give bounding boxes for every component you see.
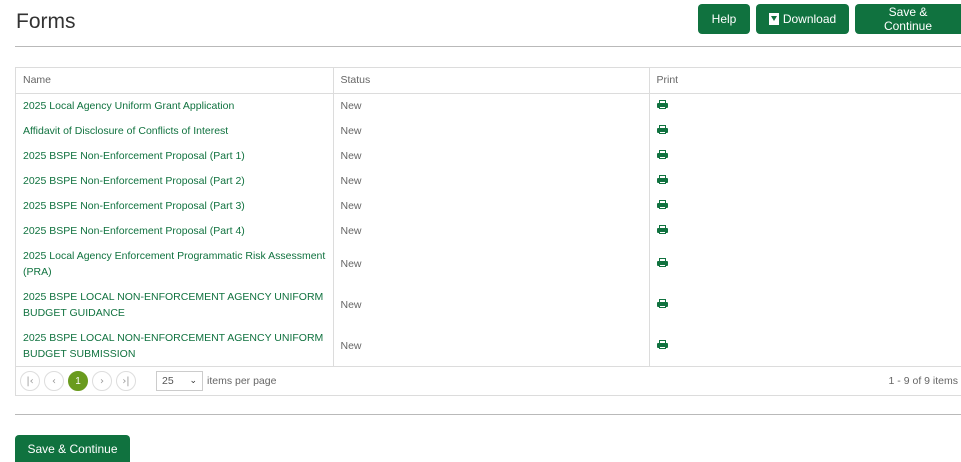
table-header-row: Name Status Print <box>16 68 961 94</box>
table-row: 2025 Local Agency Enforcement Programmat… <box>16 243 961 284</box>
table-row: 2025 BSPE Non-Enforcement Proposal (Part… <box>16 218 961 243</box>
form-link[interactable]: Affidavit of Disclosure of Conflicts of … <box>23 123 326 139</box>
status-cell: New <box>332 325 649 366</box>
print-cell <box>648 284 961 325</box>
page-size-select[interactable]: 25 ⌄ <box>156 371 203 391</box>
print-icon[interactable] <box>656 99 668 109</box>
column-header-status[interactable]: Status <box>332 68 649 94</box>
print-icon[interactable] <box>656 174 668 184</box>
form-name-cell: 2025 BSPE Non-Enforcement Proposal (Part… <box>16 143 333 168</box>
print-icon[interactable] <box>656 339 668 349</box>
print-icon[interactable] <box>656 257 668 267</box>
table-row: 2025 BSPE Non-Enforcement Proposal (Part… <box>16 193 961 218</box>
prev-page-icon[interactable]: ‹ <box>44 371 64 391</box>
print-cell <box>648 193 961 218</box>
per-page-label: items per page <box>207 375 277 387</box>
table-row: 2025 BSPE LOCAL NON-ENFORCEMENT AGENCY U… <box>16 284 961 325</box>
print-icon[interactable] <box>656 149 668 159</box>
print-cell <box>648 218 961 243</box>
form-link[interactable]: 2025 Local Agency Uniform Grant Applicat… <box>23 98 326 114</box>
print-icon[interactable] <box>656 199 668 209</box>
form-link[interactable]: 2025 BSPE Non-Enforcement Proposal (Part… <box>23 173 326 189</box>
form-link[interactable]: 2025 BSPE Non-Enforcement Proposal (Part… <box>23 198 326 214</box>
forms-table: Name Status Print 2025 Local Agency Unif… <box>16 68 961 366</box>
header-divider <box>15 46 961 47</box>
print-cell <box>648 243 961 284</box>
print-icon[interactable] <box>656 124 668 134</box>
page-number-button[interactable]: 1 <box>68 371 88 391</box>
page-size-value: 25 <box>162 375 174 387</box>
form-name-cell: 2025 BSPE LOCAL NON-ENFORCEMENT AGENCY U… <box>16 284 333 325</box>
status-cell: New <box>332 168 649 193</box>
form-link[interactable]: 2025 BSPE Non-Enforcement Proposal (Part… <box>23 223 326 239</box>
column-header-print[interactable]: Print <box>648 68 961 94</box>
last-page-icon[interactable]: ›| <box>116 371 136 391</box>
form-name-cell: 2025 BSPE Non-Enforcement Proposal (Part… <box>16 218 333 243</box>
next-page-icon[interactable]: › <box>92 371 112 391</box>
table-row: 2025 BSPE Non-Enforcement Proposal (Part… <box>16 168 961 193</box>
footer-divider <box>15 414 961 415</box>
save-continue-label: Save & Continue <box>27 442 118 456</box>
status-cell: New <box>332 118 649 143</box>
save-continue-button-top[interactable]: Save & Continue <box>855 4 961 34</box>
form-name-cell: Affidavit of Disclosure of Conflicts of … <box>16 118 333 143</box>
print-cell <box>648 168 961 193</box>
form-name-cell: 2025 Local Agency Uniform Grant Applicat… <box>16 93 333 118</box>
form-link[interactable]: 2025 Local Agency Enforcement Programmat… <box>23 248 326 280</box>
form-name-cell: 2025 BSPE LOCAL NON-ENFORCEMENT AGENCY U… <box>16 325 333 366</box>
print-cell <box>648 93 961 118</box>
status-cell: New <box>332 243 649 284</box>
pager: |‹ ‹ 1 › ›| 25 ⌄ items per page 1 - 9 of… <box>16 366 961 395</box>
help-button-label: Help <box>711 12 737 26</box>
table-row: 2025 BSPE LOCAL NON-ENFORCEMENT AGENCY U… <box>16 325 961 366</box>
first-page-icon[interactable]: |‹ <box>20 371 40 391</box>
print-icon[interactable] <box>656 224 668 234</box>
form-name-cell: 2025 BSPE Non-Enforcement Proposal (Part… <box>16 168 333 193</box>
table-row: Affidavit of Disclosure of Conflicts of … <box>16 118 961 143</box>
form-link[interactable]: 2025 BSPE LOCAL NON-ENFORCEMENT AGENCY U… <box>23 289 326 321</box>
pager-info: 1 - 9 of 9 items <box>888 375 958 387</box>
table-row: 2025 BSPE Non-Enforcement Proposal (Part… <box>16 143 961 168</box>
status-cell: New <box>332 193 649 218</box>
print-cell <box>648 325 961 366</box>
form-link[interactable]: 2025 BSPE Non-Enforcement Proposal (Part… <box>23 148 326 164</box>
save-continue-label: Save & Continue <box>883 5 933 33</box>
forms-grid: Name Status Print 2025 Local Agency Unif… <box>15 67 961 396</box>
form-link[interactable]: 2025 BSPE LOCAL NON-ENFORCEMENT AGENCY U… <box>23 330 326 362</box>
download-button-label: Download <box>782 12 837 26</box>
status-cell: New <box>332 218 649 243</box>
form-name-cell: 2025 Local Agency Enforcement Programmat… <box>16 243 333 284</box>
form-name-cell: 2025 BSPE Non-Enforcement Proposal (Part… <box>16 193 333 218</box>
print-cell <box>648 118 961 143</box>
save-continue-button-bottom[interactable]: Save & Continue <box>15 435 130 462</box>
status-cell: New <box>332 143 649 168</box>
help-button[interactable]: Help <box>698 4 750 34</box>
download-file-icon <box>768 13 779 25</box>
page-title: Forms <box>16 10 76 33</box>
toolbar: Help Download Save & Continue <box>698 4 961 34</box>
download-button[interactable]: Download <box>756 4 849 34</box>
print-icon[interactable] <box>656 298 668 308</box>
chevron-down-icon: ⌄ <box>189 376 197 386</box>
column-header-name[interactable]: Name <box>16 68 333 94</box>
status-cell: New <box>332 284 649 325</box>
print-cell <box>648 143 961 168</box>
status-cell: New <box>332 93 649 118</box>
table-row: 2025 Local Agency Uniform Grant Applicat… <box>16 93 961 118</box>
